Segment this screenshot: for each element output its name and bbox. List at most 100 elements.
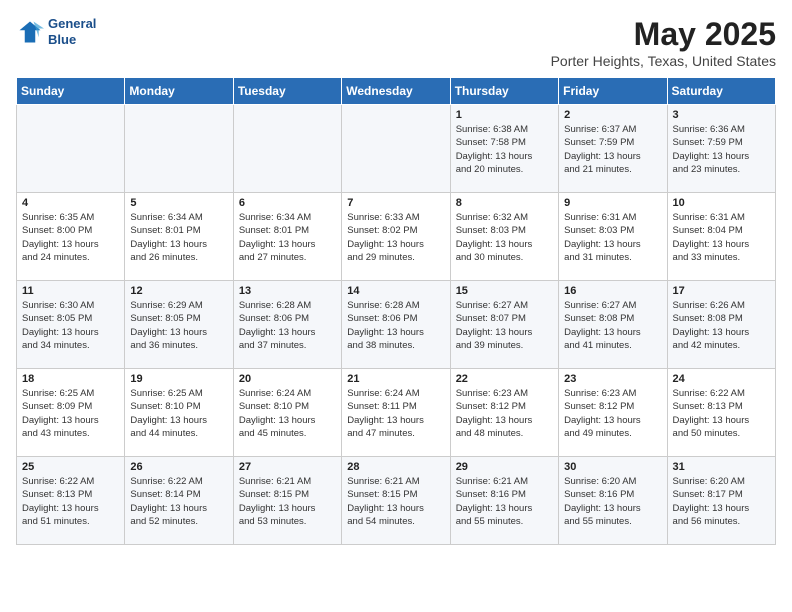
calendar-cell: 17 Sunrise: 6:26 AM Sunset: 8:08 PM Dayli… (667, 281, 775, 369)
calendar-cell (17, 105, 125, 193)
calendar-cell: 12 Sunrise: 6:29 AM Sunset: 8:05 PM Dayli… (125, 281, 233, 369)
title-area: May 2025 Porter Heights, Texas, United S… (551, 16, 776, 69)
calendar-cell: 11 Sunrise: 6:30 AM Sunset: 8:05 PM Dayli… (17, 281, 125, 369)
day-info: Sunrise: 6:21 AM Sunset: 8:15 PM Dayligh… (347, 475, 444, 528)
day-info: Sunrise: 6:38 AM Sunset: 7:58 PM Dayligh… (456, 123, 553, 176)
day-info: Sunrise: 6:37 AM Sunset: 7:59 PM Dayligh… (564, 123, 661, 176)
day-number: 25 (22, 461, 119, 473)
day-info: Sunrise: 6:32 AM Sunset: 8:03 PM Dayligh… (456, 211, 553, 264)
day-info: Sunrise: 6:26 AM Sunset: 8:08 PM Dayligh… (673, 299, 770, 352)
day-info: Sunrise: 6:25 AM Sunset: 8:09 PM Dayligh… (22, 387, 119, 440)
calendar-cell: 29 Sunrise: 6:21 AM Sunset: 8:16 PM Dayli… (450, 457, 558, 545)
calendar-cell: 28 Sunrise: 6:21 AM Sunset: 8:15 PM Dayli… (342, 457, 450, 545)
weekday-header: Saturday (667, 78, 775, 105)
day-number: 28 (347, 461, 444, 473)
weekday-header: Friday (559, 78, 667, 105)
day-info: Sunrise: 6:27 AM Sunset: 8:08 PM Dayligh… (564, 299, 661, 352)
calendar-cell (233, 105, 341, 193)
calendar-cell: 14Sunrise: 6:28 AM Sunset: 8:06 PM Dayli… (342, 281, 450, 369)
calendar-cell: 3 Sunrise: 6:36 AM Sunset: 7:59 PM Daylig… (667, 105, 775, 193)
day-info: Sunrise: 6:33 AM Sunset: 8:02 PM Dayligh… (347, 211, 444, 264)
day-number: 13 (239, 285, 336, 297)
calendar-header-row: SundayMondayTuesdayWednesdayThursdayFrid… (17, 78, 776, 105)
day-number: 26 (130, 461, 227, 473)
day-info: Sunrise: 6:31 AM Sunset: 8:03 PM Dayligh… (564, 211, 661, 264)
day-info: Sunrise: 6:35 AM Sunset: 8:00 PM Dayligh… (22, 211, 119, 264)
day-number: 22 (456, 373, 553, 385)
calendar-cell: 31 Sunrise: 6:20 AM Sunset: 8:17 PM Dayli… (667, 457, 775, 545)
day-number: 11 (22, 285, 119, 297)
day-info: Sunrise: 6:20 AM Sunset: 8:17 PM Dayligh… (673, 475, 770, 528)
calendar-cell: 16 Sunrise: 6:27 AM Sunset: 8:08 PM Dayli… (559, 281, 667, 369)
day-info: Sunrise: 6:34 AM Sunset: 8:01 PM Dayligh… (130, 211, 227, 264)
day-number: 5 (130, 197, 227, 209)
day-info: Sunrise: 6:36 AM Sunset: 7:59 PM Dayligh… (673, 123, 770, 176)
day-info: Sunrise: 6:29 AM Sunset: 8:05 PM Dayligh… (130, 299, 227, 352)
day-number: 2 (564, 109, 661, 121)
day-number: 4 (22, 197, 119, 209)
calendar-cell: 2 Sunrise: 6:37 AM Sunset: 7:59 PM Daylig… (559, 105, 667, 193)
calendar-week-row: 1 Sunrise: 6:38 AM Sunset: 7:58 PM Daylig… (17, 105, 776, 193)
calendar-cell: 21 Sunrise: 6:24 AM Sunset: 8:11 PM Dayli… (342, 369, 450, 457)
calendar-cell: 22 Sunrise: 6:23 AM Sunset: 8:12 PM Dayli… (450, 369, 558, 457)
calendar-cell: 25 Sunrise: 6:22 AM Sunset: 8:13 PM Dayli… (17, 457, 125, 545)
day-info: Sunrise: 6:21 AM Sunset: 8:16 PM Dayligh… (456, 475, 553, 528)
day-info: Sunrise: 6:31 AM Sunset: 8:04 PM Dayligh… (673, 211, 770, 264)
day-info: Sunrise: 6:22 AM Sunset: 8:14 PM Dayligh… (130, 475, 227, 528)
weekday-header: Wednesday (342, 78, 450, 105)
weekday-header: Thursday (450, 78, 558, 105)
day-info: Sunrise: 6:22 AM Sunset: 8:13 PM Dayligh… (22, 475, 119, 528)
calendar-cell (125, 105, 233, 193)
day-number: 27 (239, 461, 336, 473)
calendar-week-row: 25 Sunrise: 6:22 AM Sunset: 8:13 PM Dayli… (17, 457, 776, 545)
day-number: 18 (22, 373, 119, 385)
day-number: 10 (673, 197, 770, 209)
day-number: 30 (564, 461, 661, 473)
day-number: 21 (347, 373, 444, 385)
day-info: Sunrise: 6:21 AM Sunset: 8:15 PM Dayligh… (239, 475, 336, 528)
calendar-cell: 7Sunrise: 6:33 AM Sunset: 8:02 PM Daylig… (342, 193, 450, 281)
day-number: 17 (673, 285, 770, 297)
day-info: Sunrise: 6:34 AM Sunset: 8:01 PM Dayligh… (239, 211, 336, 264)
logo-text: General Blue (48, 16, 96, 47)
day-number: 19 (130, 373, 227, 385)
calendar-cell: 26 Sunrise: 6:22 AM Sunset: 8:14 PM Dayli… (125, 457, 233, 545)
day-info: Sunrise: 6:23 AM Sunset: 8:12 PM Dayligh… (456, 387, 553, 440)
calendar-cell: 9 Sunrise: 6:31 AM Sunset: 8:03 PM Daylig… (559, 193, 667, 281)
day-number: 15 (456, 285, 553, 297)
day-number: 1 (456, 109, 553, 121)
weekday-header: Tuesday (233, 78, 341, 105)
weekday-header: Monday (125, 78, 233, 105)
day-info: Sunrise: 6:28 AM Sunset: 8:06 PM Dayligh… (347, 299, 444, 352)
day-number: 9 (564, 197, 661, 209)
calendar-cell: 19 Sunrise: 6:25 AM Sunset: 8:10 PM Dayli… (125, 369, 233, 457)
day-info: Sunrise: 6:24 AM Sunset: 8:11 PM Dayligh… (347, 387, 444, 440)
calendar-cell: 15 Sunrise: 6:27 AM Sunset: 8:07 PM Dayli… (450, 281, 558, 369)
day-number: 29 (456, 461, 553, 473)
day-number: 12 (130, 285, 227, 297)
day-number: 3 (673, 109, 770, 121)
calendar-cell: 5 Sunrise: 6:34 AM Sunset: 8:01 PM Daylig… (125, 193, 233, 281)
main-title: May 2025 (551, 16, 776, 53)
logo-icon (16, 18, 44, 46)
day-number: 16 (564, 285, 661, 297)
day-info: Sunrise: 6:24 AM Sunset: 8:10 PM Dayligh… (239, 387, 336, 440)
day-info: Sunrise: 6:22 AM Sunset: 8:13 PM Dayligh… (673, 387, 770, 440)
day-number: 6 (239, 197, 336, 209)
calendar-cell: 6 Sunrise: 6:34 AM Sunset: 8:01 PM Daylig… (233, 193, 341, 281)
day-number: 20 (239, 373, 336, 385)
calendar-cell (342, 105, 450, 193)
day-number: 31 (673, 461, 770, 473)
calendar-body: 1 Sunrise: 6:38 AM Sunset: 7:58 PM Daylig… (17, 105, 776, 545)
calendar-cell: 10 Sunrise: 6:31 AM Sunset: 8:04 PM Dayli… (667, 193, 775, 281)
calendar-cell: 13Sunrise: 6:28 AM Sunset: 8:06 PM Dayli… (233, 281, 341, 369)
subtitle: Porter Heights, Texas, United States (551, 53, 776, 69)
calendar-cell: 23Sunrise: 6:23 AM Sunset: 8:12 PM Dayli… (559, 369, 667, 457)
day-info: Sunrise: 6:27 AM Sunset: 8:07 PM Dayligh… (456, 299, 553, 352)
calendar-cell: 8Sunrise: 6:32 AM Sunset: 8:03 PM Daylig… (450, 193, 558, 281)
day-info: Sunrise: 6:25 AM Sunset: 8:10 PM Dayligh… (130, 387, 227, 440)
day-info: Sunrise: 6:30 AM Sunset: 8:05 PM Dayligh… (22, 299, 119, 352)
day-number: 24 (673, 373, 770, 385)
calendar-cell: 27 Sunrise: 6:21 AM Sunset: 8:15 PM Dayli… (233, 457, 341, 545)
day-number: 23 (564, 373, 661, 385)
